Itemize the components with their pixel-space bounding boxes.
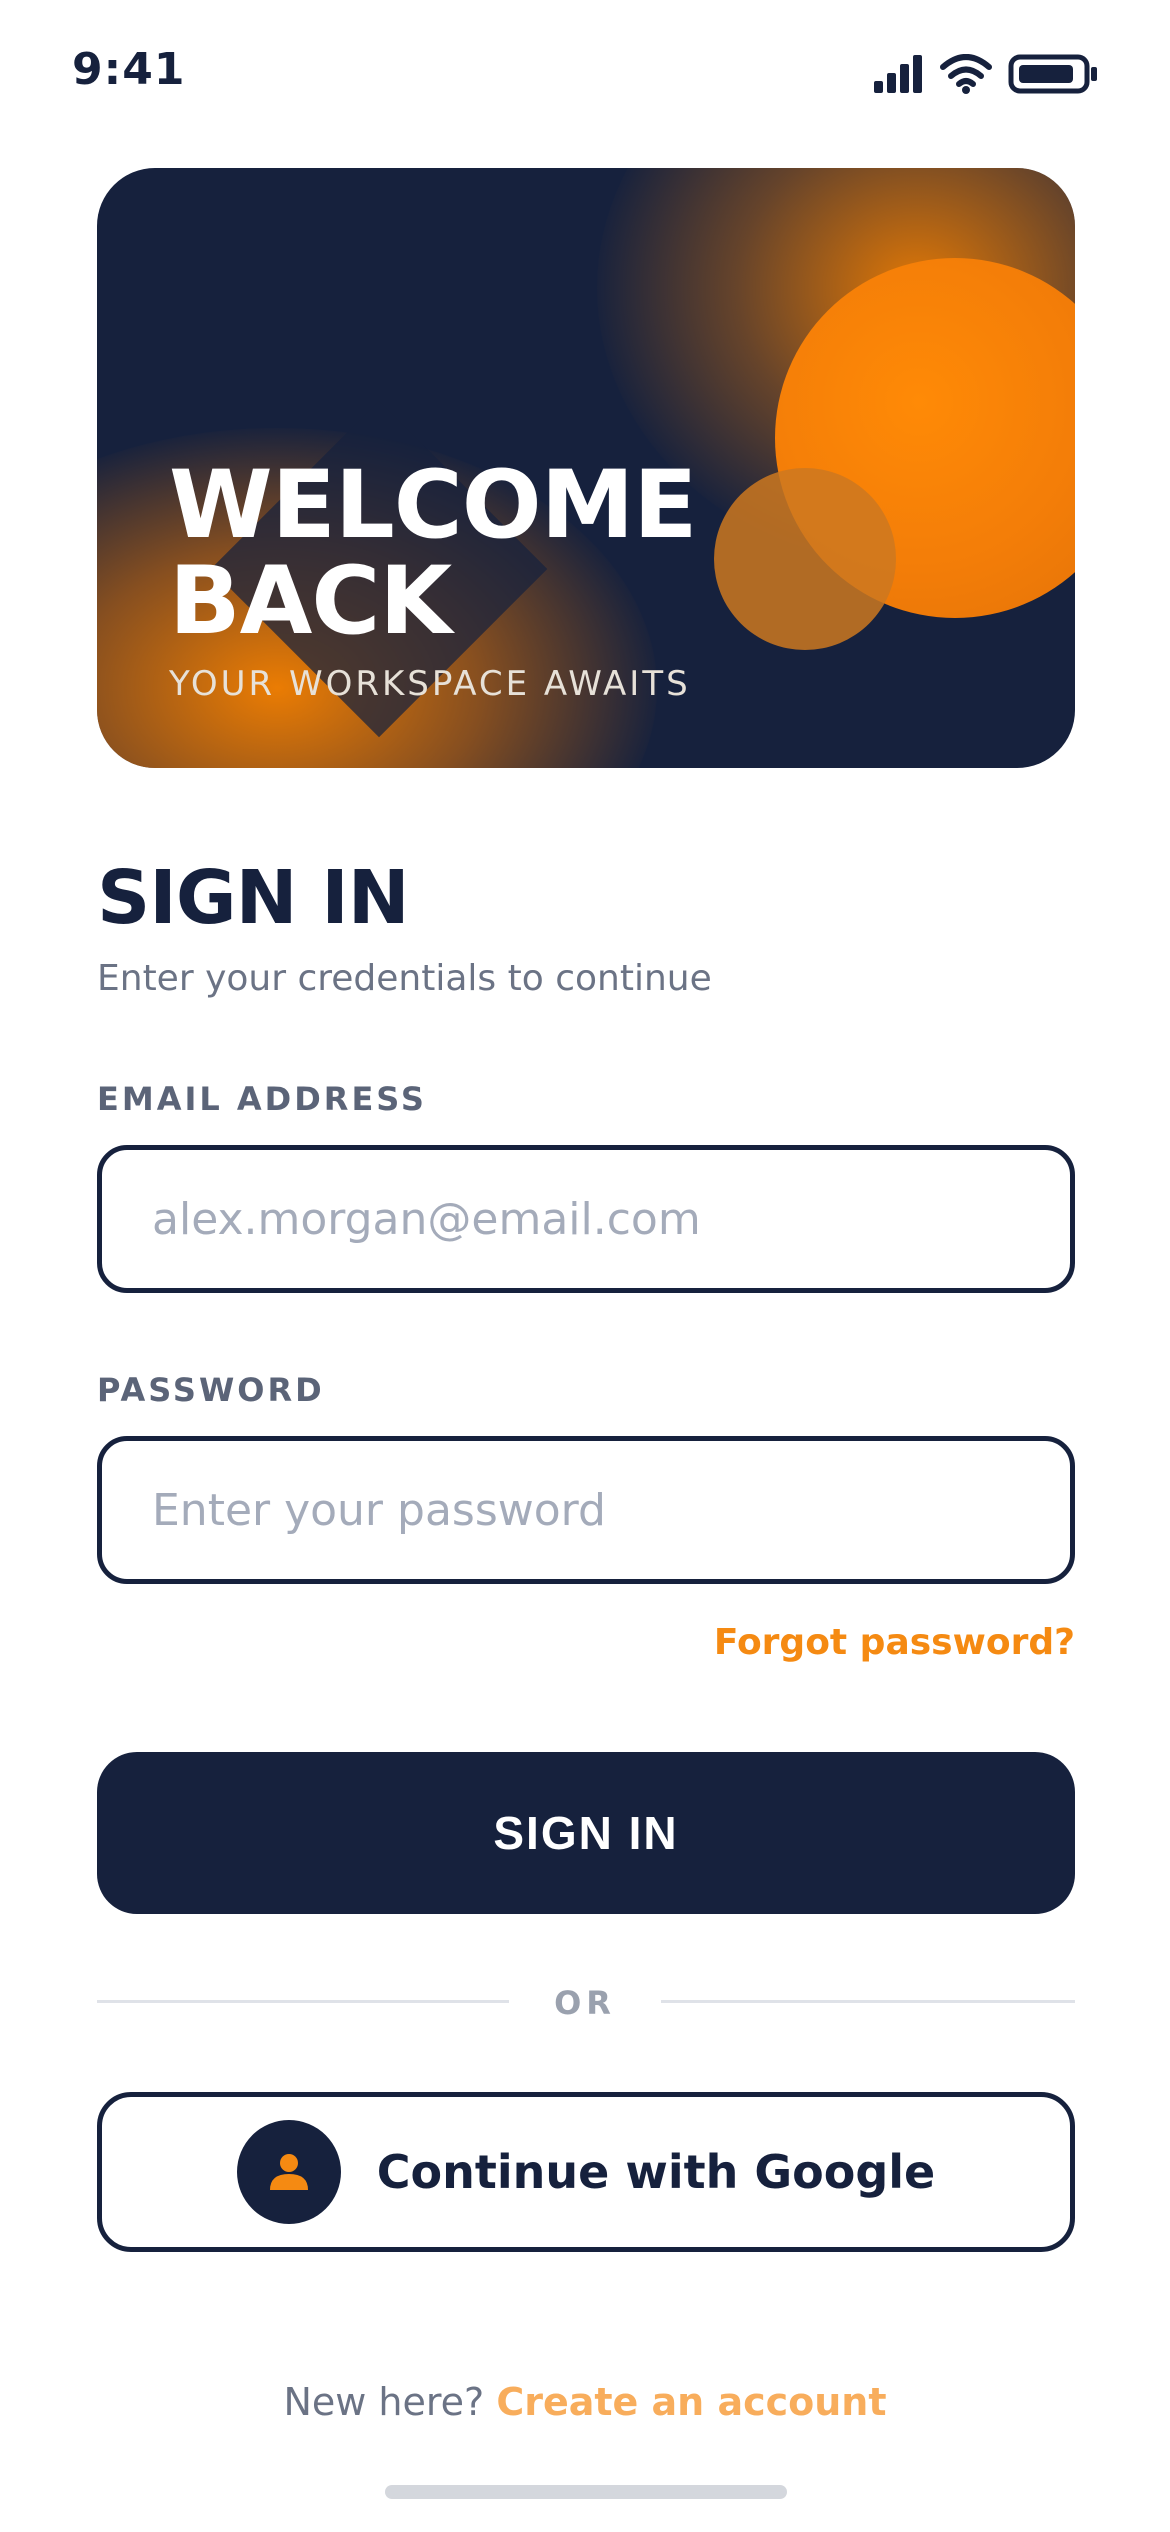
- page-title: SIGN IN: [97, 855, 410, 941]
- password-label: PASSWORD: [97, 1371, 325, 1409]
- email-field-container: [97, 1145, 1075, 1293]
- sign-in-button[interactable]: SIGN IN: [97, 1752, 1075, 1914]
- password-field[interactable]: [102, 1441, 1070, 1579]
- page-subtitle: Enter your credentials to continue: [97, 958, 712, 999]
- status-icons: [874, 52, 1100, 96]
- hero-title-line2: BACK: [169, 547, 452, 656]
- hero-subtitle: YOUR WORKSPACE AWAITS: [169, 664, 691, 704]
- signal-icon: [874, 55, 922, 93]
- hero-title: WELCOME BACK: [169, 451, 697, 656]
- email-field[interactable]: [102, 1150, 1070, 1288]
- email-label: EMAIL ADDRESS: [97, 1080, 427, 1118]
- hero-title-line1: WELCOME: [169, 451, 697, 560]
- wifi-icon: [940, 54, 992, 94]
- hero-banner: WELCOME BACK YOUR WORKSPACE AWAITS: [97, 168, 1075, 768]
- home-indicator: [385, 2485, 787, 2499]
- create-account-link[interactable]: Create an account: [496, 2380, 886, 2424]
- footer-prompt: New here?: [283, 2380, 485, 2424]
- password-field-container: [97, 1436, 1075, 1584]
- person-icon: [269, 2154, 308, 2190]
- battery-icon: [1008, 54, 1097, 94]
- status-time: 9:41: [72, 44, 186, 95]
- divider-label: OR: [554, 1984, 616, 2022]
- google-button-label: Continue with Google: [376, 2145, 936, 2199]
- google-avatar: [236, 2120, 341, 2224]
- status-bar: 9:41: [0, 0, 1170, 140]
- google-sign-in-button[interactable]: Continue with Google: [97, 2092, 1075, 2252]
- forgot-password-link[interactable]: Forgot password?: [714, 1622, 1075, 1663]
- hero-circle-small: [714, 468, 896, 650]
- footer: New here? Create an account: [0, 2380, 1170, 2424]
